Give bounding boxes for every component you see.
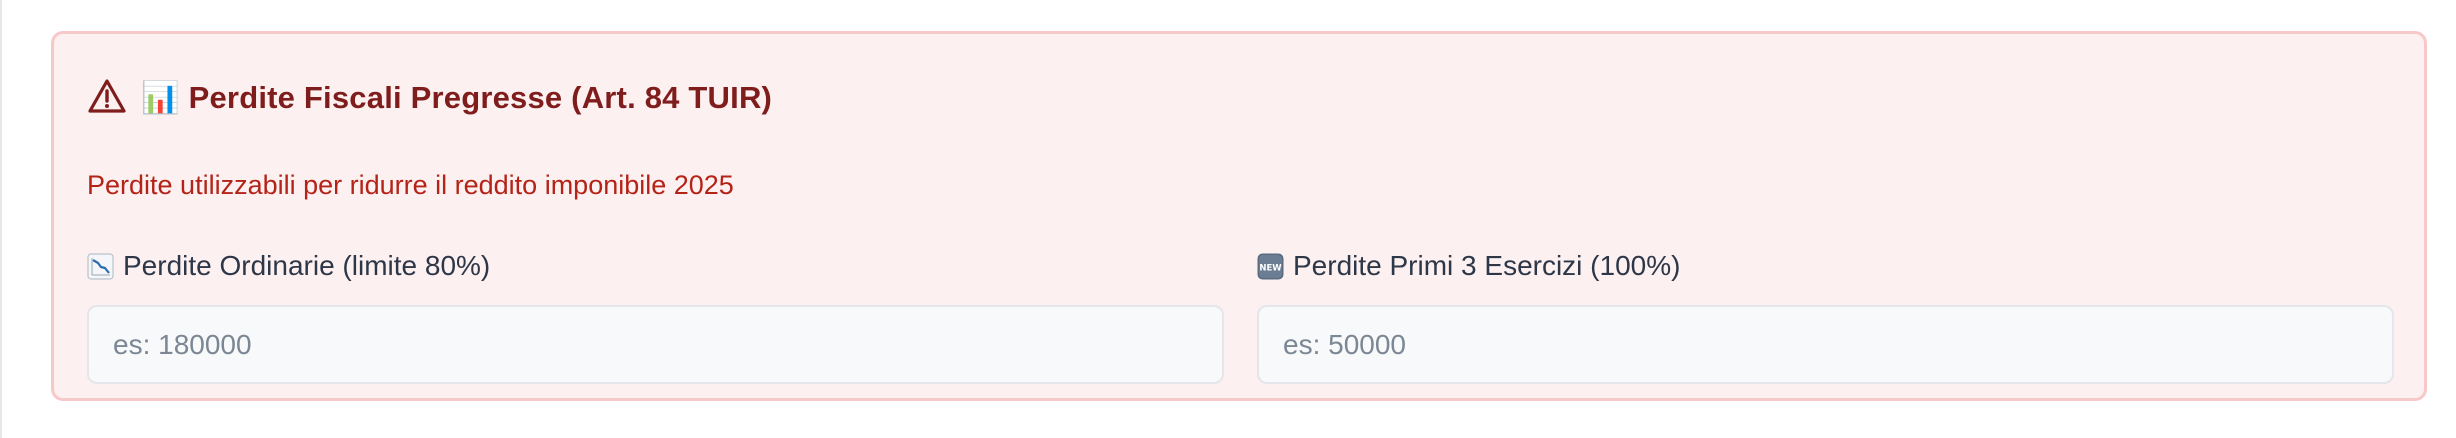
chart-decreasing-icon bbox=[87, 252, 114, 280]
first-three-years-losses-field: NEW Perdite Primi 3 Esercizi (100%) bbox=[1257, 246, 2394, 384]
tax-losses-card: 📊 Perdite Fiscali Pregresse (Art. 84 TUI… bbox=[51, 31, 2427, 401]
card-title: 📊 Perdite Fiscali Pregresse (Art. 84 TUI… bbox=[141, 79, 773, 115]
ordinary-losses-label: Perdite Ordinarie (limite 80%) bbox=[87, 246, 1224, 286]
card-header: 📊 Perdite Fiscali Pregresse (Art. 84 TUI… bbox=[87, 74, 772, 120]
ordinary-losses-label-text: Perdite Ordinarie (limite 80%) bbox=[123, 250, 491, 281]
svg-text:NEW: NEW bbox=[1259, 263, 1282, 273]
ordinary-losses-field: Perdite Ordinarie (limite 80%) bbox=[87, 246, 1224, 384]
page: 📊 Perdite Fiscali Pregresse (Art. 84 TUI… bbox=[0, 0, 2456, 438]
new-badge-icon: NEW bbox=[1257, 253, 1284, 279]
first-three-years-losses-label-text: Perdite Primi 3 Esercizi (100%) bbox=[1293, 250, 1681, 281]
first-three-years-losses-label: NEW Perdite Primi 3 Esercizi (100%) bbox=[1257, 246, 2394, 286]
page-edge-divider bbox=[0, 0, 2, 438]
warning-triangle-icon bbox=[88, 79, 126, 113]
card-subtitle: Perdite utilizzabili per ridurre il redd… bbox=[87, 170, 734, 200]
first-three-years-losses-input[interactable] bbox=[1257, 305, 2394, 384]
ordinary-losses-input[interactable] bbox=[87, 305, 1224, 384]
